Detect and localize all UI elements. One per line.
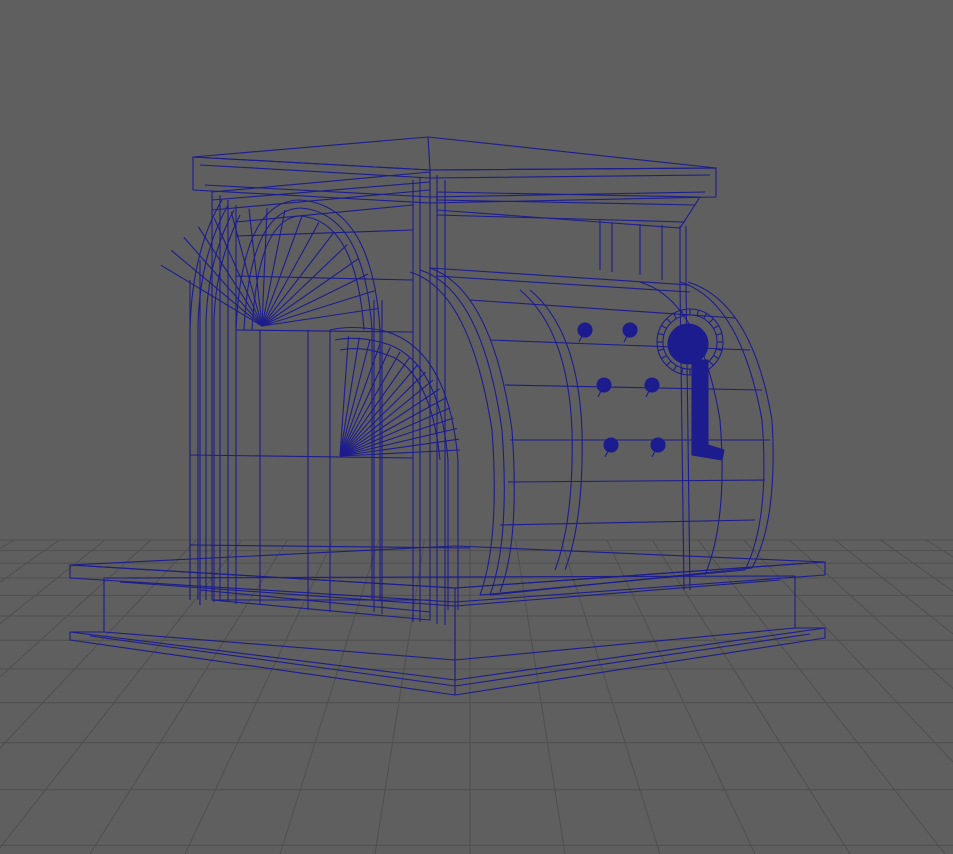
viewport-canvas[interactable]	[0, 0, 953, 854]
viewport-background	[0, 0, 953, 854]
3d-viewport[interactable]	[0, 0, 953, 854]
